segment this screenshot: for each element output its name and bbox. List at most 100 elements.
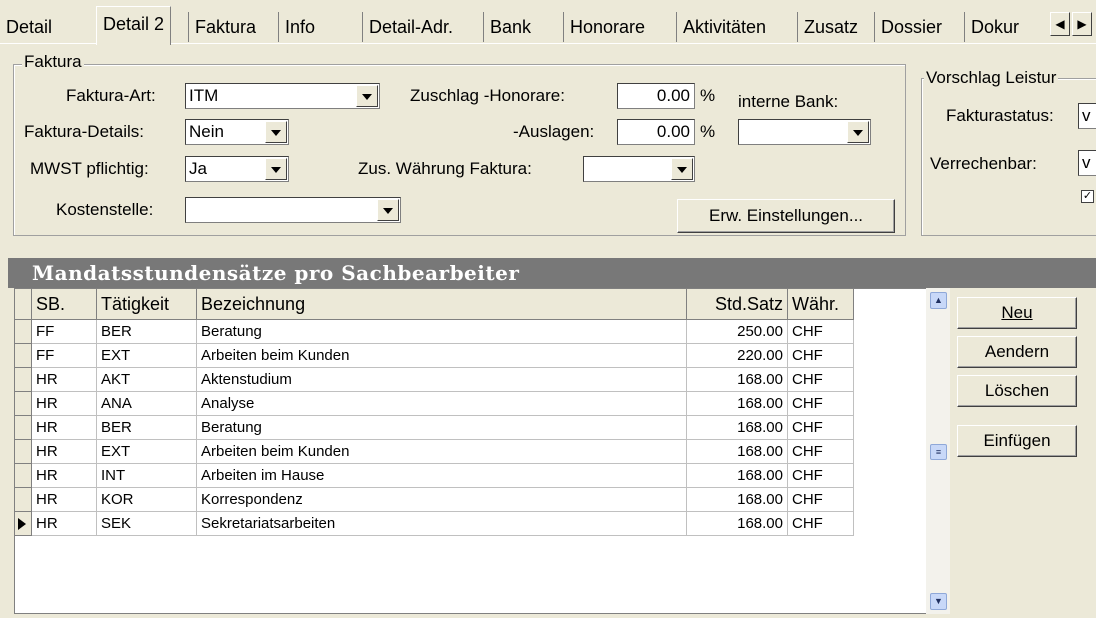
tab-info[interactable]: Info (278, 12, 321, 42)
cell-waehr[interactable]: CHF (788, 512, 854, 536)
column-header-sb[interactable]: SB. (32, 289, 97, 320)
tab-scroll-left-button[interactable]: ◀ (1050, 12, 1070, 36)
cell-taetigkeit[interactable]: AKT (97, 368, 197, 392)
fakturastatus-select[interactable]: v (1078, 103, 1096, 129)
check-icon: ✓ (1082, 190, 1093, 202)
zuschlag-honorare-input[interactable]: 0.00 (617, 83, 695, 109)
cell-taetigkeit[interactable]: BER (97, 416, 197, 440)
cell-taetigkeit[interactable]: EXT (97, 344, 197, 368)
vorschlag-checkbox[interactable]: ✓ (1081, 190, 1094, 203)
cell-bezeichnung[interactable]: Korrespondenz (197, 488, 687, 512)
cell-bezeichnung[interactable]: Aktenstudium (197, 368, 687, 392)
chevron-down-icon[interactable] (356, 85, 378, 107)
cell-std-satz[interactable]: 168.00 (687, 512, 788, 536)
row-selector[interactable] (15, 464, 32, 488)
cell-taetigkeit[interactable]: EXT (97, 440, 197, 464)
cell-waehr[interactable]: CHF (788, 392, 854, 416)
cell-bezeichnung[interactable]: Beratung (197, 320, 687, 344)
chevron-down-icon[interactable] (671, 158, 693, 180)
cell-sb[interactable]: HR (32, 488, 97, 512)
zuschlag-auslagen-input[interactable]: 0.00 (617, 119, 695, 145)
cell-taetigkeit[interactable]: BER (97, 320, 197, 344)
row-selector[interactable] (15, 416, 32, 440)
row-selector[interactable] (15, 392, 32, 416)
tab-detail-adr[interactable]: Detail-Adr. (362, 12, 459, 42)
chevron-down-icon[interactable] (265, 158, 287, 180)
cell-sb[interactable]: FF (32, 320, 97, 344)
loeschen-button[interactable]: Löschen (957, 375, 1077, 407)
column-header-waehr[interactable]: Währ. (788, 289, 854, 320)
row-selector[interactable] (15, 440, 32, 464)
chevron-down-icon[interactable] (377, 199, 399, 221)
cell-std-satz[interactable]: 168.00 (687, 392, 788, 416)
chevron-down-icon[interactable] (847, 121, 869, 143)
interne-bank-select[interactable] (738, 119, 871, 145)
cell-taetigkeit[interactable]: INT (97, 464, 197, 488)
column-header-bezeichnung[interactable]: Bezeichnung (197, 289, 687, 320)
kostenstelle-select[interactable] (185, 197, 401, 223)
cell-std-satz[interactable]: 250.00 (687, 320, 788, 344)
erw-einstellungen-button[interactable]: Erw. Einstellungen... (677, 199, 895, 233)
chevron-down-icon[interactable] (265, 121, 287, 143)
cell-bezeichnung[interactable]: Arbeiten beim Kunden (197, 440, 687, 464)
neu-button[interactable]: Neu (957, 297, 1077, 329)
cell-sb[interactable]: HR (32, 368, 97, 392)
cell-std-satz[interactable]: 168.00 (687, 464, 788, 488)
tab-honorare[interactable]: Honorare (563, 12, 651, 42)
faktura-details-select[interactable]: Nein (185, 119, 289, 145)
cell-bezeichnung[interactable]: Arbeiten beim Kunden (197, 344, 687, 368)
einfuegen-button[interactable]: Einfügen (957, 425, 1077, 457)
mwst-pflichtig-select[interactable]: Ja (185, 156, 289, 182)
cell-bezeichnung[interactable]: Beratung (197, 416, 687, 440)
cell-sb[interactable]: FF (32, 344, 97, 368)
table-vertical-scrollbar[interactable]: ▲ ≡ ▼ (926, 288, 950, 614)
tab-faktura[interactable]: Faktura (188, 12, 262, 42)
cell-waehr[interactable]: CHF (788, 464, 854, 488)
cell-sb[interactable]: HR (32, 440, 97, 464)
row-selector[interactable] (15, 512, 32, 536)
cell-sb[interactable]: HR (32, 512, 97, 536)
aendern-button[interactable]: Aendern (957, 336, 1077, 368)
tab-bank[interactable]: Bank (483, 12, 537, 42)
row-selector[interactable] (15, 488, 32, 512)
cell-bezeichnung[interactable]: Sekretariatsarbeiten (197, 512, 687, 536)
tab-aktivitaeten[interactable]: Aktivitäten (676, 12, 772, 42)
row-selector[interactable] (15, 344, 32, 368)
column-header-taetigkeit[interactable]: Tätigkeit (97, 289, 197, 320)
row-selector[interactable] (15, 368, 32, 392)
cell-waehr[interactable]: CHF (788, 320, 854, 344)
cell-taetigkeit[interactable]: SEK (97, 512, 197, 536)
scroll-thumb[interactable]: ≡ (930, 444, 947, 460)
tab-dossier[interactable]: Dossier (874, 12, 948, 42)
cell-waehr[interactable]: CHF (788, 440, 854, 464)
cell-waehr[interactable]: CHF (788, 368, 854, 392)
cell-std-satz[interactable]: 168.00 (687, 368, 788, 392)
verrechenbar-select[interactable]: v (1078, 150, 1096, 176)
cell-taetigkeit[interactable]: ANA (97, 392, 197, 416)
tab-scroll-right-button[interactable]: ▶ (1072, 12, 1092, 36)
cell-std-satz[interactable]: 220.00 (687, 344, 788, 368)
cell-std-satz[interactable]: 168.00 (687, 416, 788, 440)
cell-waehr[interactable]: CHF (788, 416, 854, 440)
cell-sb[interactable]: HR (32, 392, 97, 416)
percent-label: % (700, 122, 716, 141)
cell-waehr[interactable]: CHF (788, 344, 854, 368)
scroll-down-icon[interactable]: ▼ (930, 593, 947, 610)
scroll-up-icon[interactable]: ▲ (930, 292, 947, 309)
cell-waehr[interactable]: CHF (788, 488, 854, 512)
row-selector[interactable] (15, 320, 32, 344)
cell-sb[interactable]: HR (32, 416, 97, 440)
tab-dokumente[interactable]: Dokur (964, 12, 1025, 42)
cell-sb[interactable]: HR (32, 464, 97, 488)
tab-detail[interactable]: Detail (0, 12, 58, 42)
tab-zusatz[interactable]: Zusatz (797, 12, 864, 42)
column-header-std-satz[interactable]: Std.Satz (687, 289, 788, 320)
cell-std-satz[interactable]: 168.00 (687, 440, 788, 464)
zus-waehrung-faktura-select[interactable] (583, 156, 695, 182)
cell-bezeichnung[interactable]: Analyse (197, 392, 687, 416)
faktura-art-select[interactable]: ITM (185, 83, 380, 109)
cell-taetigkeit[interactable]: KOR (97, 488, 197, 512)
cell-bezeichnung[interactable]: Arbeiten im Hause (197, 464, 687, 488)
cell-std-satz[interactable]: 168.00 (687, 488, 788, 512)
tab-detail-2[interactable]: Detail 2 (96, 6, 172, 45)
